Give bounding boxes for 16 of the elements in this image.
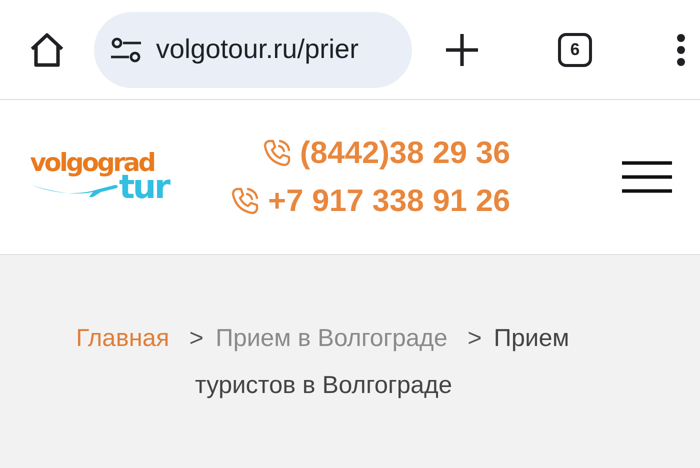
site-settings-icon[interactable] [110, 36, 142, 62]
menu-icon[interactable] [622, 160, 672, 194]
phone-icon [262, 138, 292, 168]
address-bar[interactable]: volgotour.ru/prier [94, 12, 412, 88]
more-menu-icon[interactable] [676, 32, 686, 66]
airplane-icon [30, 184, 119, 198]
breadcrumb-link[interactable]: Прием в Волгограде [216, 325, 448, 352]
phone-number[interactable]: +7 917 338 91 26 [268, 183, 510, 219]
breadcrumb-link[interactable]: Главная [76, 325, 170, 352]
url-text: volgotour.ru/prier [156, 34, 359, 65]
home-icon[interactable] [28, 30, 66, 68]
breadcrumb: Главная > Прием в Волгограде > Прием туристов в Волгограде [75, 324, 570, 401]
tab-count-button[interactable]: 6 [558, 32, 592, 66]
new-tab-icon[interactable] [444, 32, 480, 68]
phone-number[interactable]: (8442)38 29 36 [300, 135, 510, 171]
phone-icon [230, 186, 260, 216]
